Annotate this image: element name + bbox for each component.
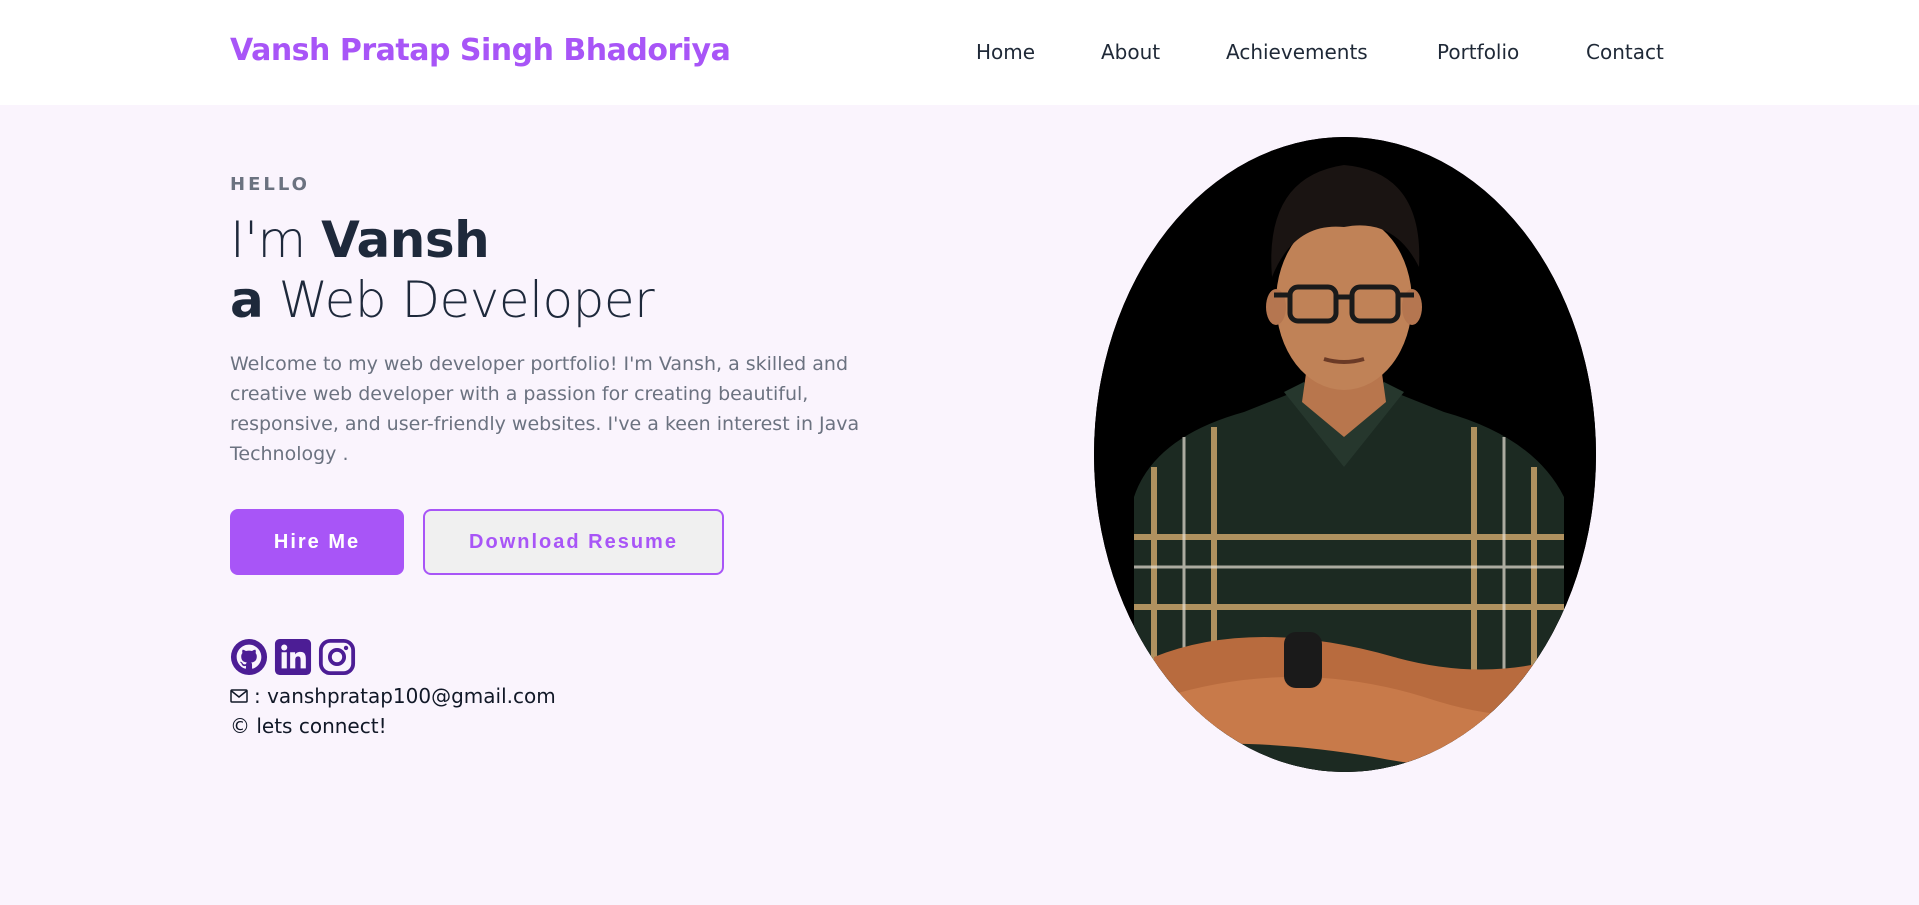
nav-about[interactable]: About	[1101, 40, 1160, 64]
headline: I'm Vansh a Web Developer	[230, 210, 655, 330]
headline-name: Vansh	[321, 211, 490, 269]
connect-text: © lets connect!	[230, 714, 387, 738]
greeting-label: HELLO	[230, 174, 310, 195]
profile-photo	[1094, 137, 1596, 772]
headline-prefix: I'm	[230, 211, 322, 269]
brand-logo[interactable]: Vansh Pratap Singh Bhadoriya	[230, 33, 731, 68]
linkedin-icon[interactable]	[274, 638, 312, 676]
instagram-icon[interactable]	[318, 638, 356, 676]
headline-article: a	[230, 271, 264, 329]
github-icon[interactable]	[230, 638, 268, 676]
headline-role: Web Developer	[263, 271, 655, 329]
navbar: Vansh Pratap Singh Bhadoriya Home About …	[0, 0, 1919, 105]
email-address[interactable]: : vanshpratap100@gmail.com	[254, 684, 556, 708]
download-resume-button[interactable]: Download Resume	[423, 509, 724, 575]
nav-portfolio[interactable]: Portfolio	[1437, 40, 1519, 64]
nav-home[interactable]: Home	[976, 40, 1035, 64]
nav-achievements[interactable]: Achievements	[1226, 40, 1368, 64]
nav-contact[interactable]: Contact	[1586, 40, 1664, 64]
profile-photo-illustration	[1094, 137, 1596, 772]
email-contact: : vanshpratap100@gmail.com	[230, 684, 556, 708]
mail-icon	[230, 689, 248, 703]
hire-me-button[interactable]: Hire Me	[230, 509, 404, 575]
social-links	[230, 638, 356, 676]
intro-text: Welcome to my web developer portfolio! I…	[230, 353, 860, 465]
